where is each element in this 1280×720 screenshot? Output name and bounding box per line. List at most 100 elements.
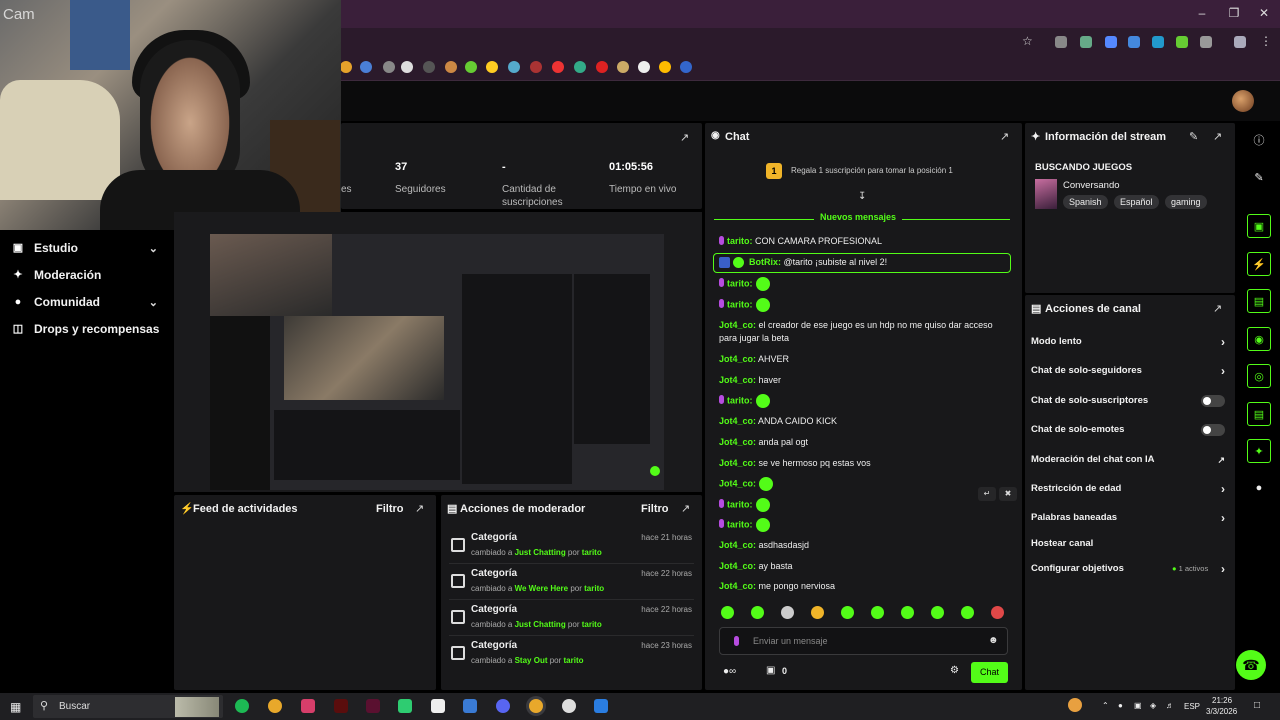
broadcast-icon[interactable]: ◎ [1247,364,1271,388]
menu-icon[interactable]: ⋮ [1260,34,1272,48]
chrome-icon[interactable] [529,699,543,713]
chat-username[interactable]: Jot4_co: [719,375,756,385]
emote-icon[interactable] [961,606,974,619]
new-messages-divider[interactable]: Nuevos mensajes [714,212,1010,226]
chat-username[interactable]: Jot4_co: [719,354,756,364]
bookmark-icon[interactable] [638,61,650,73]
action-subs-only[interactable]: Chat de solo-suscriptores [1031,391,1225,411]
wifi-icon[interactable]: ◈ [1150,701,1156,710]
discord-icon[interactable] [496,699,510,713]
chat-username[interactable]: tarito: [727,278,753,288]
profile-icon[interactable] [1234,36,1246,48]
app-icon[interactable] [301,699,315,713]
avatar[interactable] [1232,90,1254,112]
taskbar-search[interactable]: ⚲ Buscar [33,695,223,718]
extension-icon[interactable] [1128,36,1140,48]
extension-icon[interactable] [1055,36,1067,48]
emote-icon[interactable] [811,606,824,619]
action-ai-moderation[interactable]: Moderación del chat con IA ↗ [1031,450,1225,470]
gift-prompt[interactable]: Regala 1 suscripción para tomar la posic… [791,166,953,175]
bookmark-icon[interactable] [486,61,498,73]
edit-icon[interactable]: ✎ [1247,166,1271,190]
chat-input[interactable]: Enviar un mensaje ☻ [719,627,1008,655]
language-indicator[interactable]: ESP [1184,702,1200,711]
extension-icon[interactable] [1105,36,1117,48]
filter-button[interactable]: Filtro [376,503,404,515]
chat-username[interactable]: Jot4_co: [719,540,756,550]
info-icon[interactable]: ⓘ [1247,129,1271,153]
app-icon[interactable] [594,699,608,713]
toggle-switch[interactable] [1201,395,1225,407]
emote-icon[interactable] [991,606,1004,619]
action-followers-only[interactable]: Chat de solo-seguidores › [1031,361,1225,381]
bookmark-icon[interactable] [340,61,352,73]
emote-icon[interactable] [931,606,944,619]
open-external-icon[interactable]: ↗ [415,502,424,515]
action-host-channel[interactable]: Hostear canal [1031,534,1225,554]
chat-username[interactable]: Jot4_co: [719,416,756,426]
action-goals[interactable]: Configurar objetivos ● 1 activos › [1031,559,1225,579]
bookmark-icon[interactable] [360,61,372,73]
document-icon[interactable]: ▤ [1247,289,1271,313]
scroll-down-icon[interactable]: ↧ [858,191,866,202]
settings-icon[interactable]: ⚙ [950,665,959,676]
restore-icon[interactable]: ❐ [1224,6,1244,20]
action-banned-words[interactable]: Palabras baneadas › [1031,508,1225,528]
community-icon[interactable]: ● [1247,476,1271,500]
send-chat-button[interactable]: Chat [971,662,1008,683]
chat-username[interactable]: tarito: [727,395,753,405]
sidebar-item-moderacion[interactable]: ✦ Moderación [12,263,162,287]
list-icon[interactable]: ▤ [1247,402,1271,426]
chat-username[interactable]: tarito: [727,499,753,509]
bookmark-icon[interactable] [530,61,542,73]
app-icon[interactable] [431,699,445,713]
puzzle-icon[interactable] [1200,36,1212,48]
chat-username[interactable]: Jot4_co: [719,320,756,330]
minimize-icon[interactable]: – [1192,6,1212,20]
chat-username[interactable]: Jot4_co: [719,581,756,591]
bookmark-icon[interactable] [508,61,520,73]
extension-icon[interactable] [1080,36,1092,48]
sidebar-item-estudio[interactable]: ▣ Estudio ⌄ [12,236,162,260]
chat-username[interactable]: Jot4_co: [719,478,756,488]
app-icon[interactable] [463,699,477,713]
filter-button[interactable]: Filtro [641,503,669,515]
bookmark-icon[interactable] [465,61,477,73]
chat-username[interactable]: Jot4_co: [719,437,756,447]
indesign-icon[interactable] [366,699,380,713]
store-icon[interactable]: ▣ [766,665,775,676]
support-icon[interactable]: ☎ [1236,650,1266,680]
open-external-icon[interactable]: ↗ [681,502,690,515]
open-external-icon[interactable]: ↗ [680,131,689,144]
open-external-icon[interactable]: ↗ [1213,130,1222,143]
chrome-icon[interactable] [268,699,282,713]
community-icon[interactable]: ●∞ [723,666,736,677]
star-icon[interactable]: ☆ [1022,34,1033,48]
windows-start-icon[interactable]: ▦ [10,700,21,714]
bookmark-icon[interactable] [596,61,608,73]
spotify-icon[interactable] [235,699,249,713]
emote-icon[interactable] [721,606,734,619]
app-icon[interactable] [398,699,412,713]
sidebar-item-comunidad[interactable]: ● Comunidad ⌄ [12,290,162,314]
stream-preview[interactable] [174,212,702,492]
pin-icon[interactable]: ↵ [978,487,996,501]
bookmark-icon[interactable] [383,61,395,73]
emote-icon[interactable] [751,606,764,619]
emote-icon[interactable] [901,606,914,619]
emote-icon[interactable] [871,606,884,619]
chat-username[interactable]: tarito: [727,236,753,246]
extension-icon[interactable] [1152,36,1164,48]
open-external-icon[interactable]: ↗ [1000,130,1009,143]
chat-username[interactable]: Jot4_co: [719,561,756,571]
extension-icon[interactable] [1176,36,1188,48]
emote-icon[interactable] [781,606,794,619]
notifications-icon[interactable]: □ [1254,700,1260,711]
chat-username[interactable]: tarito: [727,299,753,309]
close-icon[interactable]: ✕ [1254,6,1274,20]
action-slow-mode[interactable]: Modo lento › [1031,332,1225,352]
mic-icon[interactable]: ● [1118,701,1123,710]
illustrator-icon[interactable] [334,699,348,713]
delete-icon[interactable]: ✖ [999,487,1017,501]
chat-username[interactable]: tarito: [727,519,753,529]
